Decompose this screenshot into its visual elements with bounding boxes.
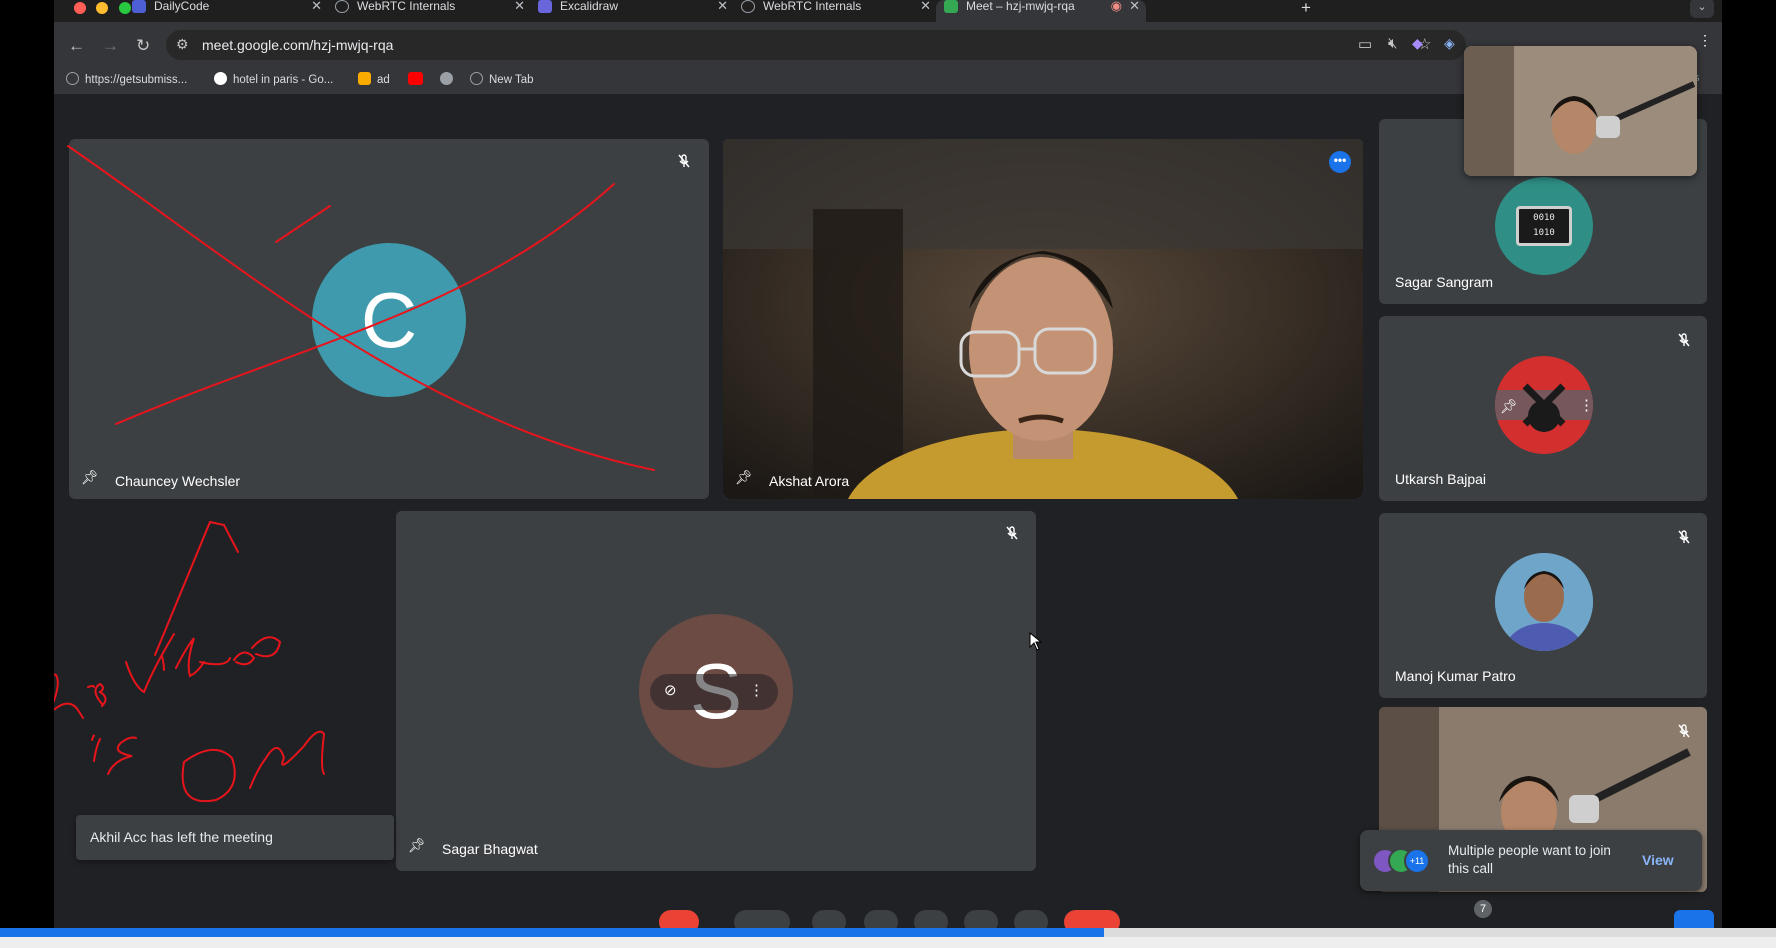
handwriting-on bbox=[181, 730, 326, 803]
handwriting-is bbox=[91, 734, 137, 775]
cross-stroke bbox=[67, 145, 655, 471]
progress-fill bbox=[0, 928, 1104, 937]
bottom-strip bbox=[0, 937, 1776, 948]
up-arrow-stroke bbox=[154, 520, 239, 656]
ink-annotation-layer bbox=[54, 145, 655, 803]
ink-stroke bbox=[275, 205, 331, 243]
handwriting-video bbox=[125, 633, 282, 694]
cross-stroke bbox=[115, 183, 615, 425]
browser-window: DailyCode ✕ WebRTC Internals ✕ Excalidra… bbox=[54, 0, 1722, 948]
video-progress-bar[interactable] bbox=[0, 928, 1776, 937]
mouse-cursor-icon bbox=[1029, 632, 1043, 651]
handwriting-his bbox=[54, 673, 107, 719]
